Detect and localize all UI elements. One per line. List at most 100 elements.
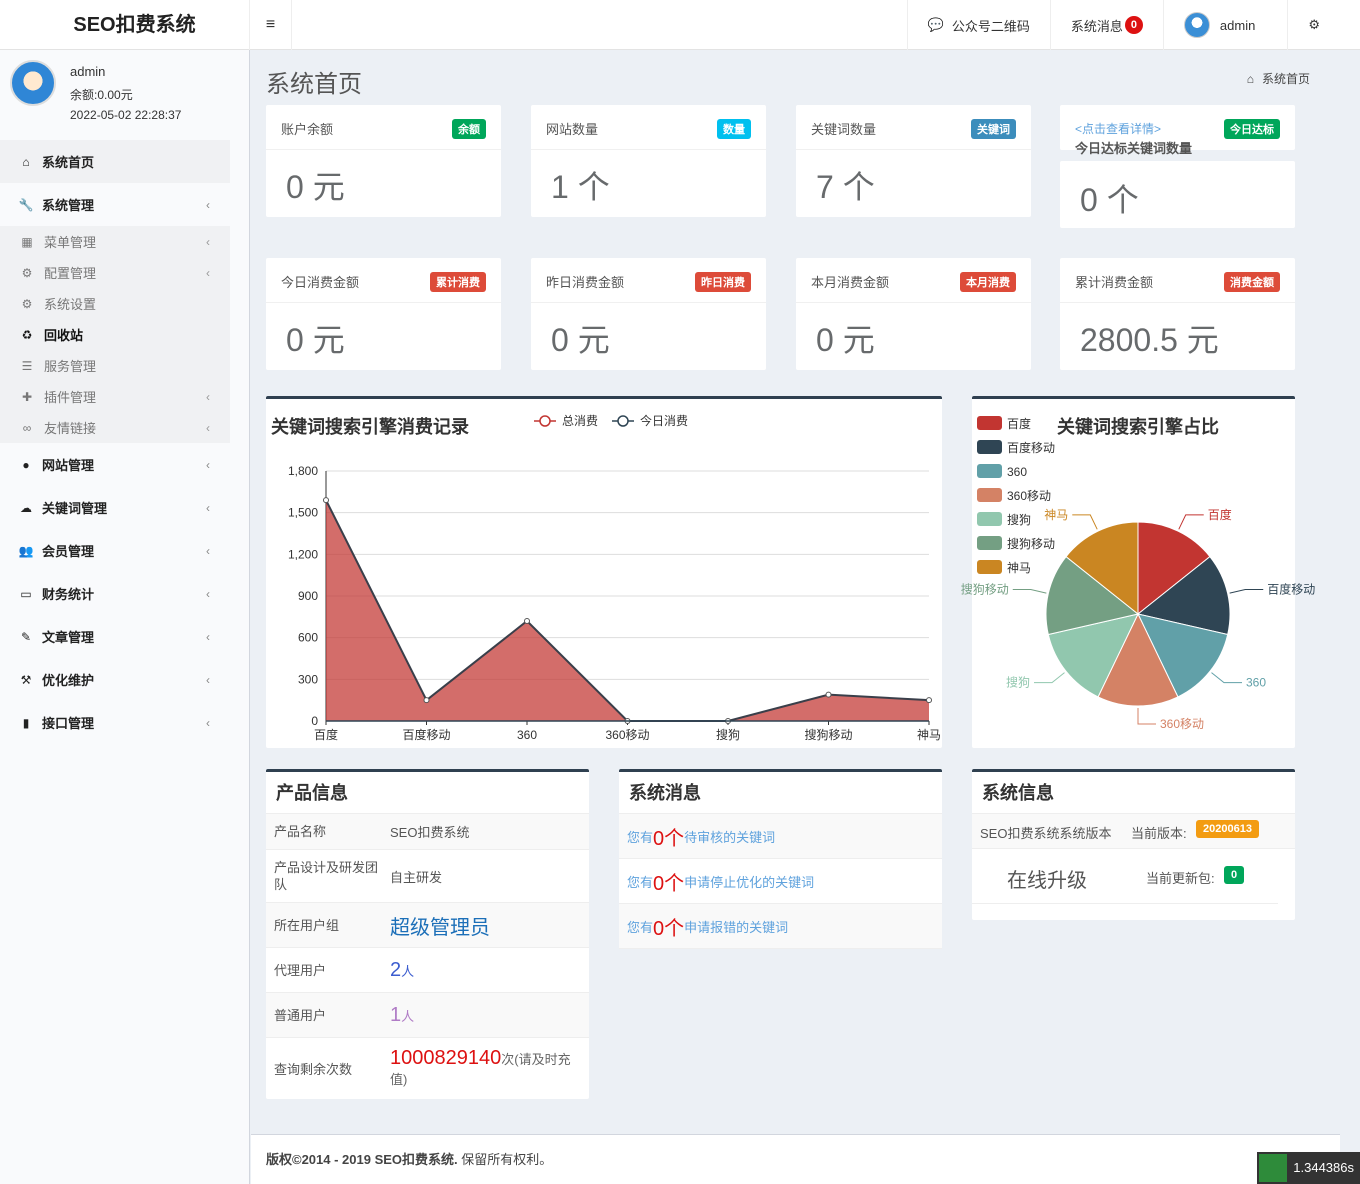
chevron-left-icon: ‹ xyxy=(206,500,210,515)
stat-card-today-spend: 今日消费金额 累计消费 0 元 xyxy=(266,258,501,370)
stat-title: 今日消费金额 xyxy=(281,275,360,290)
user-menu[interactable]: admin xyxy=(1162,0,1287,50)
credit-card-icon: ▭ xyxy=(20,586,32,601)
footer: 版权©2014 - 2019 SEO扣费系统. 保留所有权利。 xyxy=(251,1134,1340,1184)
stat-card-total-spend: 累计消费金额 消费金额 2800.5 元 xyxy=(1060,258,1295,370)
x-tick-label: 神马 xyxy=(917,728,941,742)
stat-value: 0 元 xyxy=(286,169,345,205)
render-timer: 1.344386s xyxy=(1257,1152,1360,1184)
product-info-list: 产品名称 SEO扣费系统 产品设计及研发团队 自主研发 所在用户组 超级管理员 代理用… xyxy=(266,814,589,1100)
legend-label: 360移动 xyxy=(1007,489,1051,503)
x-tick-label: 搜狗移动 xyxy=(804,727,852,742)
consumption-chart-card: 关键词搜索引擎消费记录 0 300 600 900 1,200 1,500 1,800 百度百… xyxy=(266,396,942,748)
message-count: 0个 xyxy=(653,917,685,940)
sidebar-item-finance[interactable]: ▭ 财务统计 ‹ xyxy=(0,572,230,615)
product-info-panel: 产品信息 产品名称 SEO扣费系统 产品设计及研发团队 自主研发 所在用户组 超级管理… xyxy=(266,769,589,1099)
y-tick-label: 1,800 xyxy=(288,464,318,478)
breadcrumb-item[interactable]: 系统首页 xyxy=(1262,72,1310,86)
legend-swatch xyxy=(977,512,1002,526)
legend-label: 搜狗移动 xyxy=(1007,536,1055,551)
legend-label: 神马 xyxy=(1007,561,1031,575)
label-line xyxy=(1137,708,1156,725)
gavel-icon: ⚒ xyxy=(20,672,32,687)
message-prefix: 您有 xyxy=(627,829,654,845)
sidebar-menu: ⌂ 系统首页 🔧 系统管理 ‹ ▦ 菜单管理 ‹ ⚙ 配置管理 ‹ ⚙ 系统设置 ♻ 回收站 ☰ 服… xyxy=(0,140,249,744)
message-list: 您有 0个 待审核的关键词 您有 0个 申请停止优化的关键词 您有 0个 申请报错的关键词 xyxy=(619,814,942,949)
version-label: SEO扣费系统系统版本 xyxy=(980,826,1112,841)
sidebar-item-members[interactable]: 👥 会员管理 ‹ xyxy=(0,529,230,572)
product-value: 超级管理员 xyxy=(390,916,490,939)
system-info-panel: 系统信息 SEO扣费系统系统版本 当前版本: 20200613 在线升级 当前更… xyxy=(972,769,1295,920)
sidebar-item-articles[interactable]: ✎ 文章管理 ‹ xyxy=(0,615,230,658)
legend-swatch xyxy=(977,560,1002,574)
sidebar-item-optimize[interactable]: ⚒ 优化维护 ‹ xyxy=(0,658,230,701)
agent-unit: 人 xyxy=(401,963,415,979)
sidebar-item-system[interactable]: 🔧 系统管理 ‹ xyxy=(0,183,230,226)
version-row: SEO扣费系统系统版本 当前版本: 20200613 xyxy=(972,814,1295,849)
message-item[interactable]: 您有 0个 申请停止优化的关键词 xyxy=(619,859,942,904)
sidebar-subitem-recycle[interactable]: ♻ 回收站 xyxy=(0,319,230,350)
slice-label: 搜狗移动 xyxy=(961,582,1009,597)
legend-label: 360 xyxy=(1007,465,1027,479)
message-item[interactable]: 您有 0个 待审核的关键词 xyxy=(619,814,942,859)
user-panel-name: admin xyxy=(70,64,106,79)
stat-card-yesterday-spend: 昨日消费金额 昨日消费 0 元 xyxy=(531,258,766,370)
y-tick-label: 0 xyxy=(311,714,318,728)
sidebar-subitem-menu[interactable]: ▦ 菜单管理 ‹ xyxy=(0,226,230,257)
legend-label: 百度 xyxy=(1007,416,1031,431)
legend-swatch xyxy=(977,464,1002,478)
system-messages-panel: 系统消息 您有 0个 待审核的关键词 您有 0个 申请停止优化的关键词 您有 0个 申请报错… xyxy=(619,769,942,949)
chevron-left-icon: ‹ xyxy=(206,715,210,730)
settings-button[interactable]: ⚙ xyxy=(1287,0,1340,50)
sidebar-item-home[interactable]: ⌂ 系统首页 xyxy=(0,140,230,183)
qrcode-link[interactable]: 💬 公众号二维码 xyxy=(906,0,1050,50)
legend-marker xyxy=(617,415,629,427)
app-logo[interactable]: SEO扣费系统 xyxy=(20,0,250,50)
qrcode-label: 公众号二维码 xyxy=(951,18,1030,34)
sidebar-item-label: 文章管理 xyxy=(42,630,95,645)
engine-share-chart: 百度百度移动360360移动搜狗搜狗移动神马百度百度移动360360移动搜狗搜狗… xyxy=(961,416,1315,731)
consumption-chart: 0 300 600 900 1,200 1,500 1,800 百度 百度移动 360 360移动 搜… xyxy=(288,413,941,742)
sidebar-item-label: 优化维护 xyxy=(42,673,95,688)
stat-title: 累计消费金额 xyxy=(1075,275,1154,290)
stat-title: 网站数量 xyxy=(546,122,599,137)
slice-label: 神马 xyxy=(1044,508,1068,522)
engine-share-chart-card: 关键词搜索引擎占比 百度 百度移动 360 360移动 搜狗 搜狗移动 神马 百度 百度移动 36… xyxy=(961,396,1315,748)
online-upgrade-button[interactable]: 在线升级 xyxy=(1007,864,1087,893)
agent-count: 2 xyxy=(390,958,402,981)
legend-label: 总消费 xyxy=(562,414,598,428)
details-link[interactable]: <点击查看详情> xyxy=(1075,120,1161,137)
stat-label: 消费金额 xyxy=(1224,272,1280,292)
edit-icon: ✎ xyxy=(20,629,32,644)
sidebar-subitem-label: 配置管理 xyxy=(44,266,97,281)
sidebar-subitem-settings[interactable]: ⚙ 系统设置 xyxy=(0,288,230,319)
stat-label: 数量 xyxy=(717,119,751,139)
wrench-icon: 🔧 xyxy=(18,197,34,212)
message-text: 申请报错的关键词 xyxy=(684,919,789,935)
sidebar-subitem-config[interactable]: ⚙ 配置管理 ‹ xyxy=(0,257,230,288)
stat-value: 1 个 xyxy=(551,169,610,205)
sidebar-item-websites[interactable]: ● 网站管理 ‹ xyxy=(0,443,230,486)
sidebar-subitem-service[interactable]: ☰ 服务管理 xyxy=(0,350,230,381)
sidebar-subitem-label: 插件管理 xyxy=(44,390,97,405)
message-text: 申请停止优化的关键词 xyxy=(684,874,815,890)
series-area-total xyxy=(326,500,929,721)
stat-value: 2800.5 元 xyxy=(1080,322,1219,358)
sidebar-item-label: 系统首页 xyxy=(42,155,95,170)
chevron-left-icon: ‹ xyxy=(206,457,210,472)
message-item[interactable]: 您有 0个 申请报错的关键词 xyxy=(619,904,942,949)
legend-label: 百度移动 xyxy=(1007,440,1055,455)
sidebar-item-keywords[interactable]: ☁ 关键词管理 ‹ xyxy=(0,486,230,529)
sidebar-subitem-label: 回收站 xyxy=(44,328,84,343)
legend-swatch xyxy=(977,488,1002,502)
stat-value: 0 元 xyxy=(286,322,345,358)
sidebar-item-api[interactable]: ▮ 接口管理 ‹ xyxy=(0,701,230,744)
label-line xyxy=(1012,589,1047,594)
sidebar-subitem-plugins[interactable]: ✚ 插件管理 ‹ xyxy=(0,381,230,412)
list-item: 产品设计及研发团队 自主研发 xyxy=(266,850,589,903)
stat-card-month-spend: 本月消费金额 本月消费 0 元 xyxy=(796,258,1031,370)
chevron-left-icon: ‹ xyxy=(206,234,210,249)
sidebar-toggle-button[interactable]: ≡ xyxy=(250,0,292,50)
messages-link[interactable]: 系统消息 0 xyxy=(1049,0,1163,50)
sidebar-subitem-links[interactable]: ∞ 友情链接 ‹ xyxy=(0,412,230,443)
